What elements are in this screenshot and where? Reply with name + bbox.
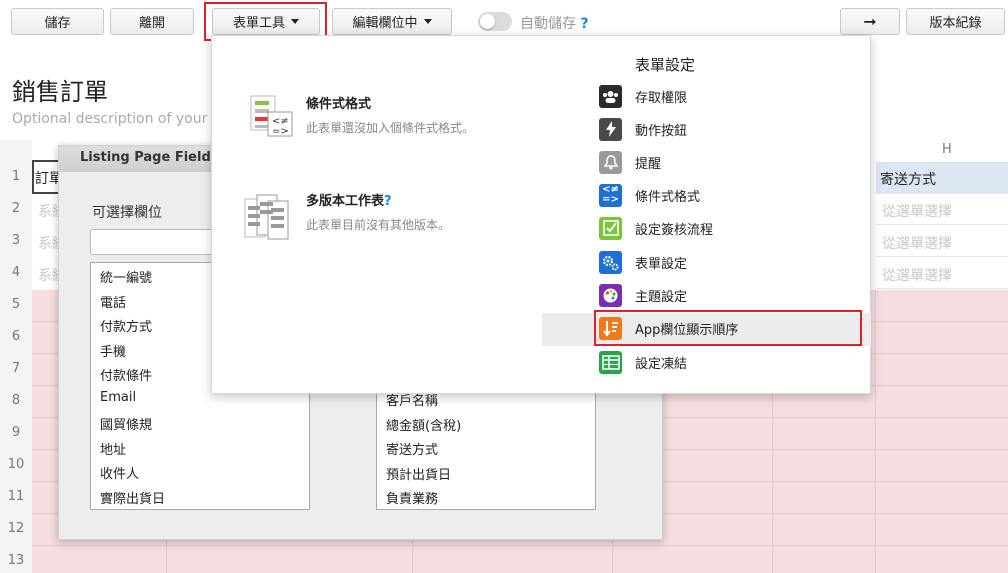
list-item[interactable]: 總金額(含稅) bbox=[377, 411, 595, 436]
conditional-format-large-icon: <≠ => bbox=[248, 94, 296, 146]
menu-item-label: 條件式格式 bbox=[635, 189, 701, 205]
freeze-table-icon bbox=[599, 350, 622, 374]
conditional-format-subtitle: 此表單還沒加入個條件式格式。 bbox=[306, 121, 475, 135]
conditional-format-title: 條件式格式 bbox=[306, 97, 372, 112]
list-item[interactable]: 收件人 bbox=[91, 459, 309, 484]
arrow-right-button[interactable]: ➞ bbox=[840, 8, 900, 35]
row-number: 5 bbox=[11, 297, 21, 312]
dropdown-cell[interactable]: 從選單選擇 bbox=[876, 194, 1008, 225]
multi-version-large-icon bbox=[242, 192, 292, 246]
approval-check-icon bbox=[599, 216, 622, 240]
list-item[interactable]: 地址 bbox=[91, 435, 309, 460]
menu-item-theme-settings[interactable]: 主題設定 bbox=[599, 280, 872, 310]
row-number: 4 bbox=[11, 265, 21, 280]
svg-text:=>: => bbox=[272, 126, 289, 137]
row-number: 1 bbox=[11, 169, 21, 184]
row-number: 3 bbox=[11, 233, 21, 248]
menu-item-action-buttons[interactable]: 動作按鈕 bbox=[599, 114, 872, 144]
autosave-text: 自動儲存 bbox=[520, 16, 576, 32]
menu-item-form-settings[interactable]: 表單設定 bbox=[599, 247, 872, 277]
multi-version-title: 多版本工作表 bbox=[306, 194, 385, 209]
lightning-icon bbox=[599, 117, 622, 141]
system-cell[interactable]: 系統 bbox=[32, 194, 58, 225]
users-icon bbox=[599, 84, 622, 108]
form-tools-menu: <≠ => 條件式格式 此表單還沒加入個條件式格式。 多版本工作表? 此表單目前… bbox=[211, 35, 871, 394]
multi-version-subtitle: 此表單目前沒有其他版本。 bbox=[306, 218, 451, 232]
list-item[interactable]: 實際出貨日 bbox=[91, 484, 309, 509]
leave-button[interactable]: 離開 bbox=[110, 8, 194, 35]
menu-item-conditional-format[interactable]: <≠ => 條件式格式 bbox=[599, 180, 872, 210]
conditional-format-icon: <≠ => bbox=[599, 183, 622, 207]
row-number: 7 bbox=[11, 361, 21, 376]
palette-icon bbox=[599, 283, 622, 307]
menu-item-label: 主題設定 bbox=[635, 289, 688, 305]
multi-version-help-icon[interactable]: ? bbox=[384, 194, 392, 209]
row-number: 13 bbox=[7, 553, 25, 568]
autosave-toggle[interactable] bbox=[478, 12, 512, 31]
menu-item-reminders[interactable]: 提醒 bbox=[599, 147, 872, 177]
system-cell[interactable]: 系統 bbox=[32, 258, 58, 289]
header-cell-order[interactable]: 訂單 bbox=[32, 160, 58, 194]
menu-item-label: 存取權限 bbox=[635, 90, 688, 106]
toggle-knob bbox=[480, 14, 495, 29]
menu-item-approval-flow[interactable]: 設定簽核流程 bbox=[599, 213, 872, 243]
menu-item-label: 表單設定 bbox=[635, 256, 688, 272]
menu-item-freeze-settings[interactable]: 設定凍結 bbox=[599, 347, 872, 377]
page-title: 銷售訂單 bbox=[12, 78, 108, 106]
system-cell[interactable]: 系統 bbox=[32, 226, 58, 257]
available-fields-label: 可選擇欄位 bbox=[92, 205, 162, 221]
multi-version-section[interactable]: 多版本工作表? 此表單目前沒有其他版本。 bbox=[306, 190, 450, 233]
dropdown-cell[interactable]: 從選單選擇 bbox=[876, 226, 1008, 257]
highlight-box-app-field-order bbox=[594, 310, 862, 346]
menu-item-access-permissions[interactable]: 存取權限 bbox=[599, 81, 872, 111]
column-header-h[interactable]: H bbox=[942, 142, 952, 157]
save-button[interactable]: 儲存 bbox=[11, 8, 104, 35]
menu-item-label: 提醒 bbox=[635, 156, 662, 172]
menu-item-label: 設定簽核流程 bbox=[635, 222, 714, 238]
row-number: 8 bbox=[11, 393, 21, 408]
form-settings-heading: 表單設定 bbox=[635, 56, 696, 74]
list-item[interactable]: 預計出貨日 bbox=[377, 460, 595, 485]
autosave-help-icon[interactable]: ? bbox=[580, 16, 588, 32]
list-item[interactable]: 國貿條規 bbox=[91, 410, 309, 435]
dropdown-cell[interactable]: 從選單選擇 bbox=[876, 258, 1008, 289]
header-cell-shipping-method[interactable]: 寄送方式 bbox=[876, 162, 1008, 194]
page-description[interactable]: Optional description of your fo bbox=[12, 111, 212, 127]
grid-line bbox=[32, 545, 1008, 546]
list-item[interactable]: 寄送方式 bbox=[377, 435, 595, 460]
menu-item-label: 動作按鈕 bbox=[635, 123, 688, 139]
gears-icon bbox=[599, 250, 622, 274]
editing-field-button[interactable]: 編輯欄位中 bbox=[332, 8, 452, 35]
grid-line bbox=[875, 290, 876, 573]
row-number: 12 bbox=[7, 521, 25, 536]
list-item[interactable]: 負責業務 bbox=[377, 484, 595, 509]
row-number: 6 bbox=[11, 329, 21, 344]
row-number: 2 bbox=[11, 201, 21, 216]
row-number: 10 bbox=[7, 457, 25, 472]
editing-field-label: 編輯欄位中 bbox=[352, 16, 418, 31]
autosave-label: 自動儲存 ? bbox=[520, 13, 589, 33]
multi-version-title-row: 多版本工作表? bbox=[306, 190, 450, 209]
row-number: 9 bbox=[11, 425, 21, 440]
version-history-button[interactable]: 版本紀錄 bbox=[906, 8, 1005, 35]
caret-down-icon bbox=[423, 19, 432, 24]
bell-icon bbox=[599, 150, 622, 174]
conditional-format-section[interactable]: 條件式格式 此表單還沒加入個條件式格式。 bbox=[306, 93, 474, 136]
row-number: 11 bbox=[7, 489, 25, 504]
menu-item-label: 設定凍結 bbox=[635, 356, 688, 372]
